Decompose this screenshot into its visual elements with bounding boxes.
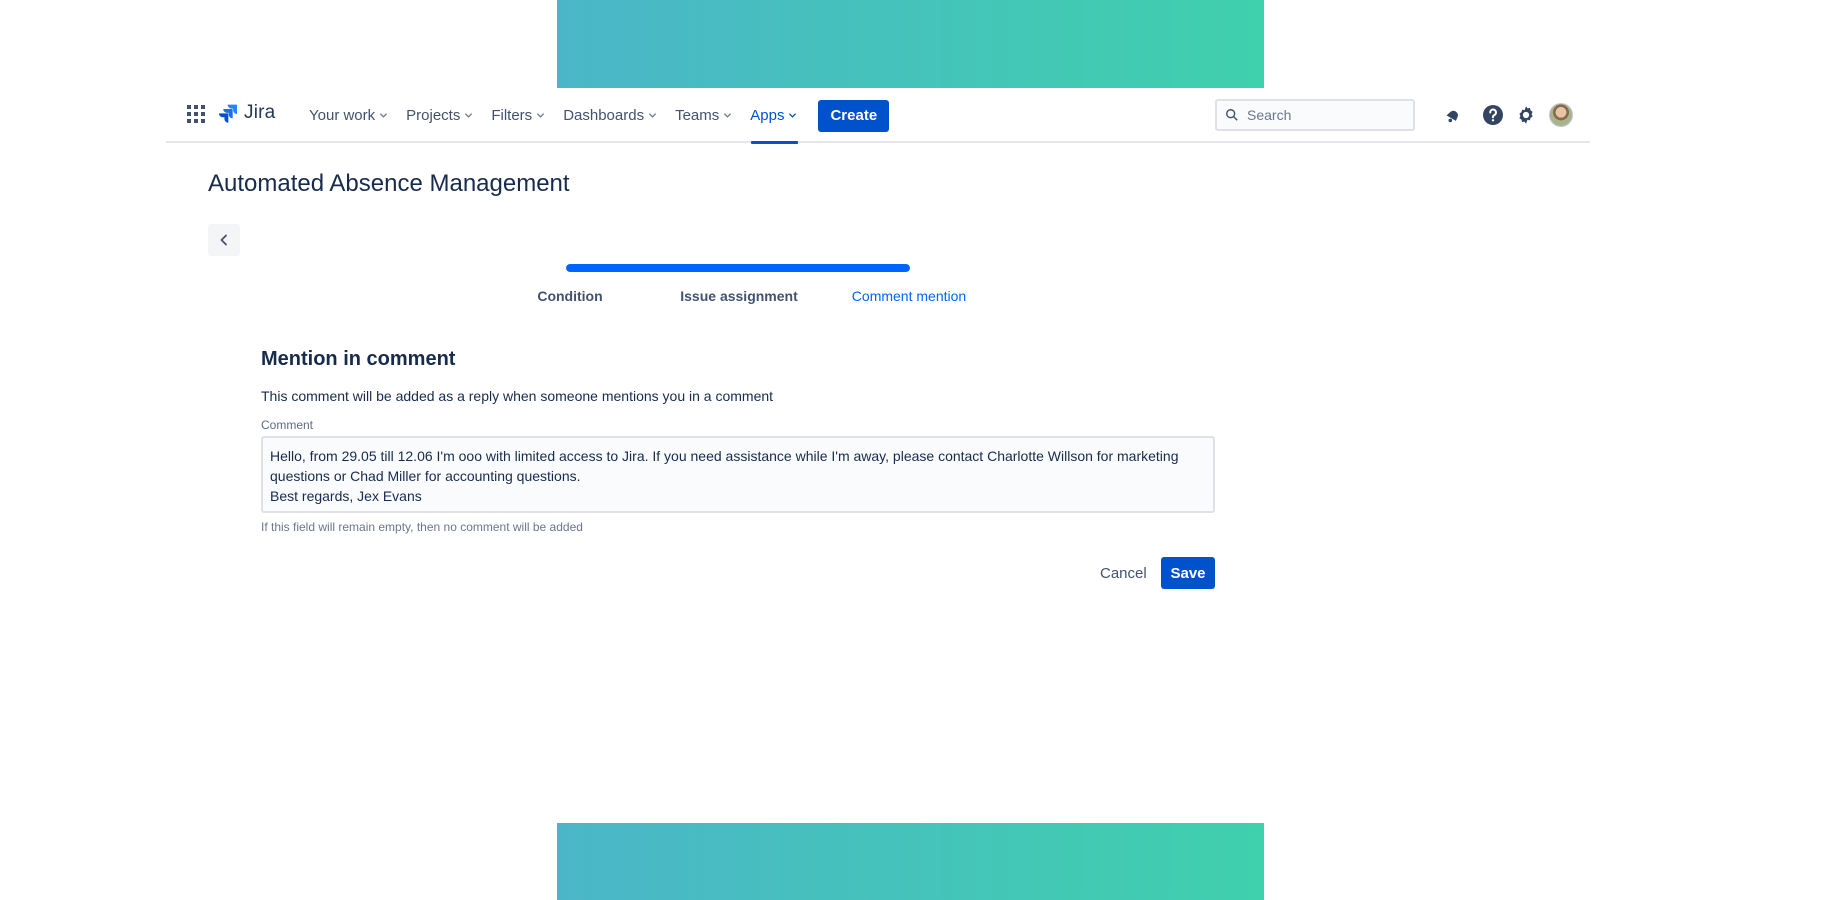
chevron-down-icon (380, 113, 388, 118)
jira-app: Jira Your work Projects Filters Dashboar… (166, 88, 1590, 788)
chevron-down-icon (537, 113, 545, 118)
step-comment-mention[interactable]: Comment mention (852, 288, 966, 304)
help-icon[interactable] (1481, 103, 1505, 127)
app-switcher-icon[interactable] (187, 105, 205, 123)
chevron-down-icon (724, 113, 732, 118)
comment-helper-text: If this field will remain empty, then no… (261, 520, 583, 534)
bottom-banner (557, 823, 1264, 900)
section-title: Mention in comment (261, 348, 456, 370)
main-menu: Your work Projects Filters Dashboards Te… (300, 88, 890, 144)
menu-apps[interactable]: Apps (741, 88, 806, 144)
top-navigation: Jira Your work Projects Filters Dashboar… (166, 88, 1590, 144)
wizard-progress-bar (566, 264, 910, 272)
search-input[interactable] (1247, 107, 1397, 123)
menu-label: Filters (491, 107, 533, 124)
jira-logo[interactable]: Jira (218, 102, 275, 124)
chevron-down-icon (465, 113, 473, 118)
search-icon (1226, 109, 1238, 121)
comment-label: Comment (261, 418, 314, 432)
menu-dashboards[interactable]: Dashboards (554, 88, 666, 143)
comment-textarea[interactable] (261, 436, 1215, 513)
save-button[interactable]: Save (1161, 557, 1215, 589)
cancel-button[interactable]: Cancel (1092, 557, 1155, 589)
section-description: This comment will be added as a reply wh… (261, 388, 774, 404)
notifications-icon[interactable] (1441, 103, 1465, 127)
back-button[interactable] (208, 224, 240, 256)
wizard-steps: Condition Issue assignment Comment menti… (166, 288, 1590, 308)
avatar[interactable] (1549, 103, 1573, 127)
search-box[interactable] (1215, 99, 1415, 131)
menu-label: Dashboards (563, 107, 645, 124)
menu-projects[interactable]: Projects (397, 88, 482, 143)
step-issue-assignment[interactable]: Issue assignment (680, 288, 798, 304)
menu-filters[interactable]: Filters (482, 88, 554, 143)
menu-your-work[interactable]: Your work (300, 88, 397, 143)
menu-label: Projects (406, 107, 461, 124)
chevron-down-icon (648, 113, 657, 118)
chevron-down-icon (789, 113, 797, 118)
menu-label: Your work (309, 107, 376, 124)
logo-text: Jira (244, 102, 276, 123)
page-title: Automated Absence Management (208, 170, 570, 197)
wizard-progress-fill (566, 264, 910, 272)
top-banner (557, 0, 1264, 88)
menu-teams[interactable]: Teams (666, 88, 741, 143)
jira-logo-icon (218, 104, 237, 123)
step-condition[interactable]: Condition (537, 288, 602, 304)
create-button[interactable]: Create (818, 99, 890, 132)
chevron-left-icon (220, 234, 227, 246)
settings-icon[interactable] (1514, 103, 1538, 127)
menu-label: Teams (675, 107, 720, 124)
menu-label: Apps (750, 107, 785, 124)
